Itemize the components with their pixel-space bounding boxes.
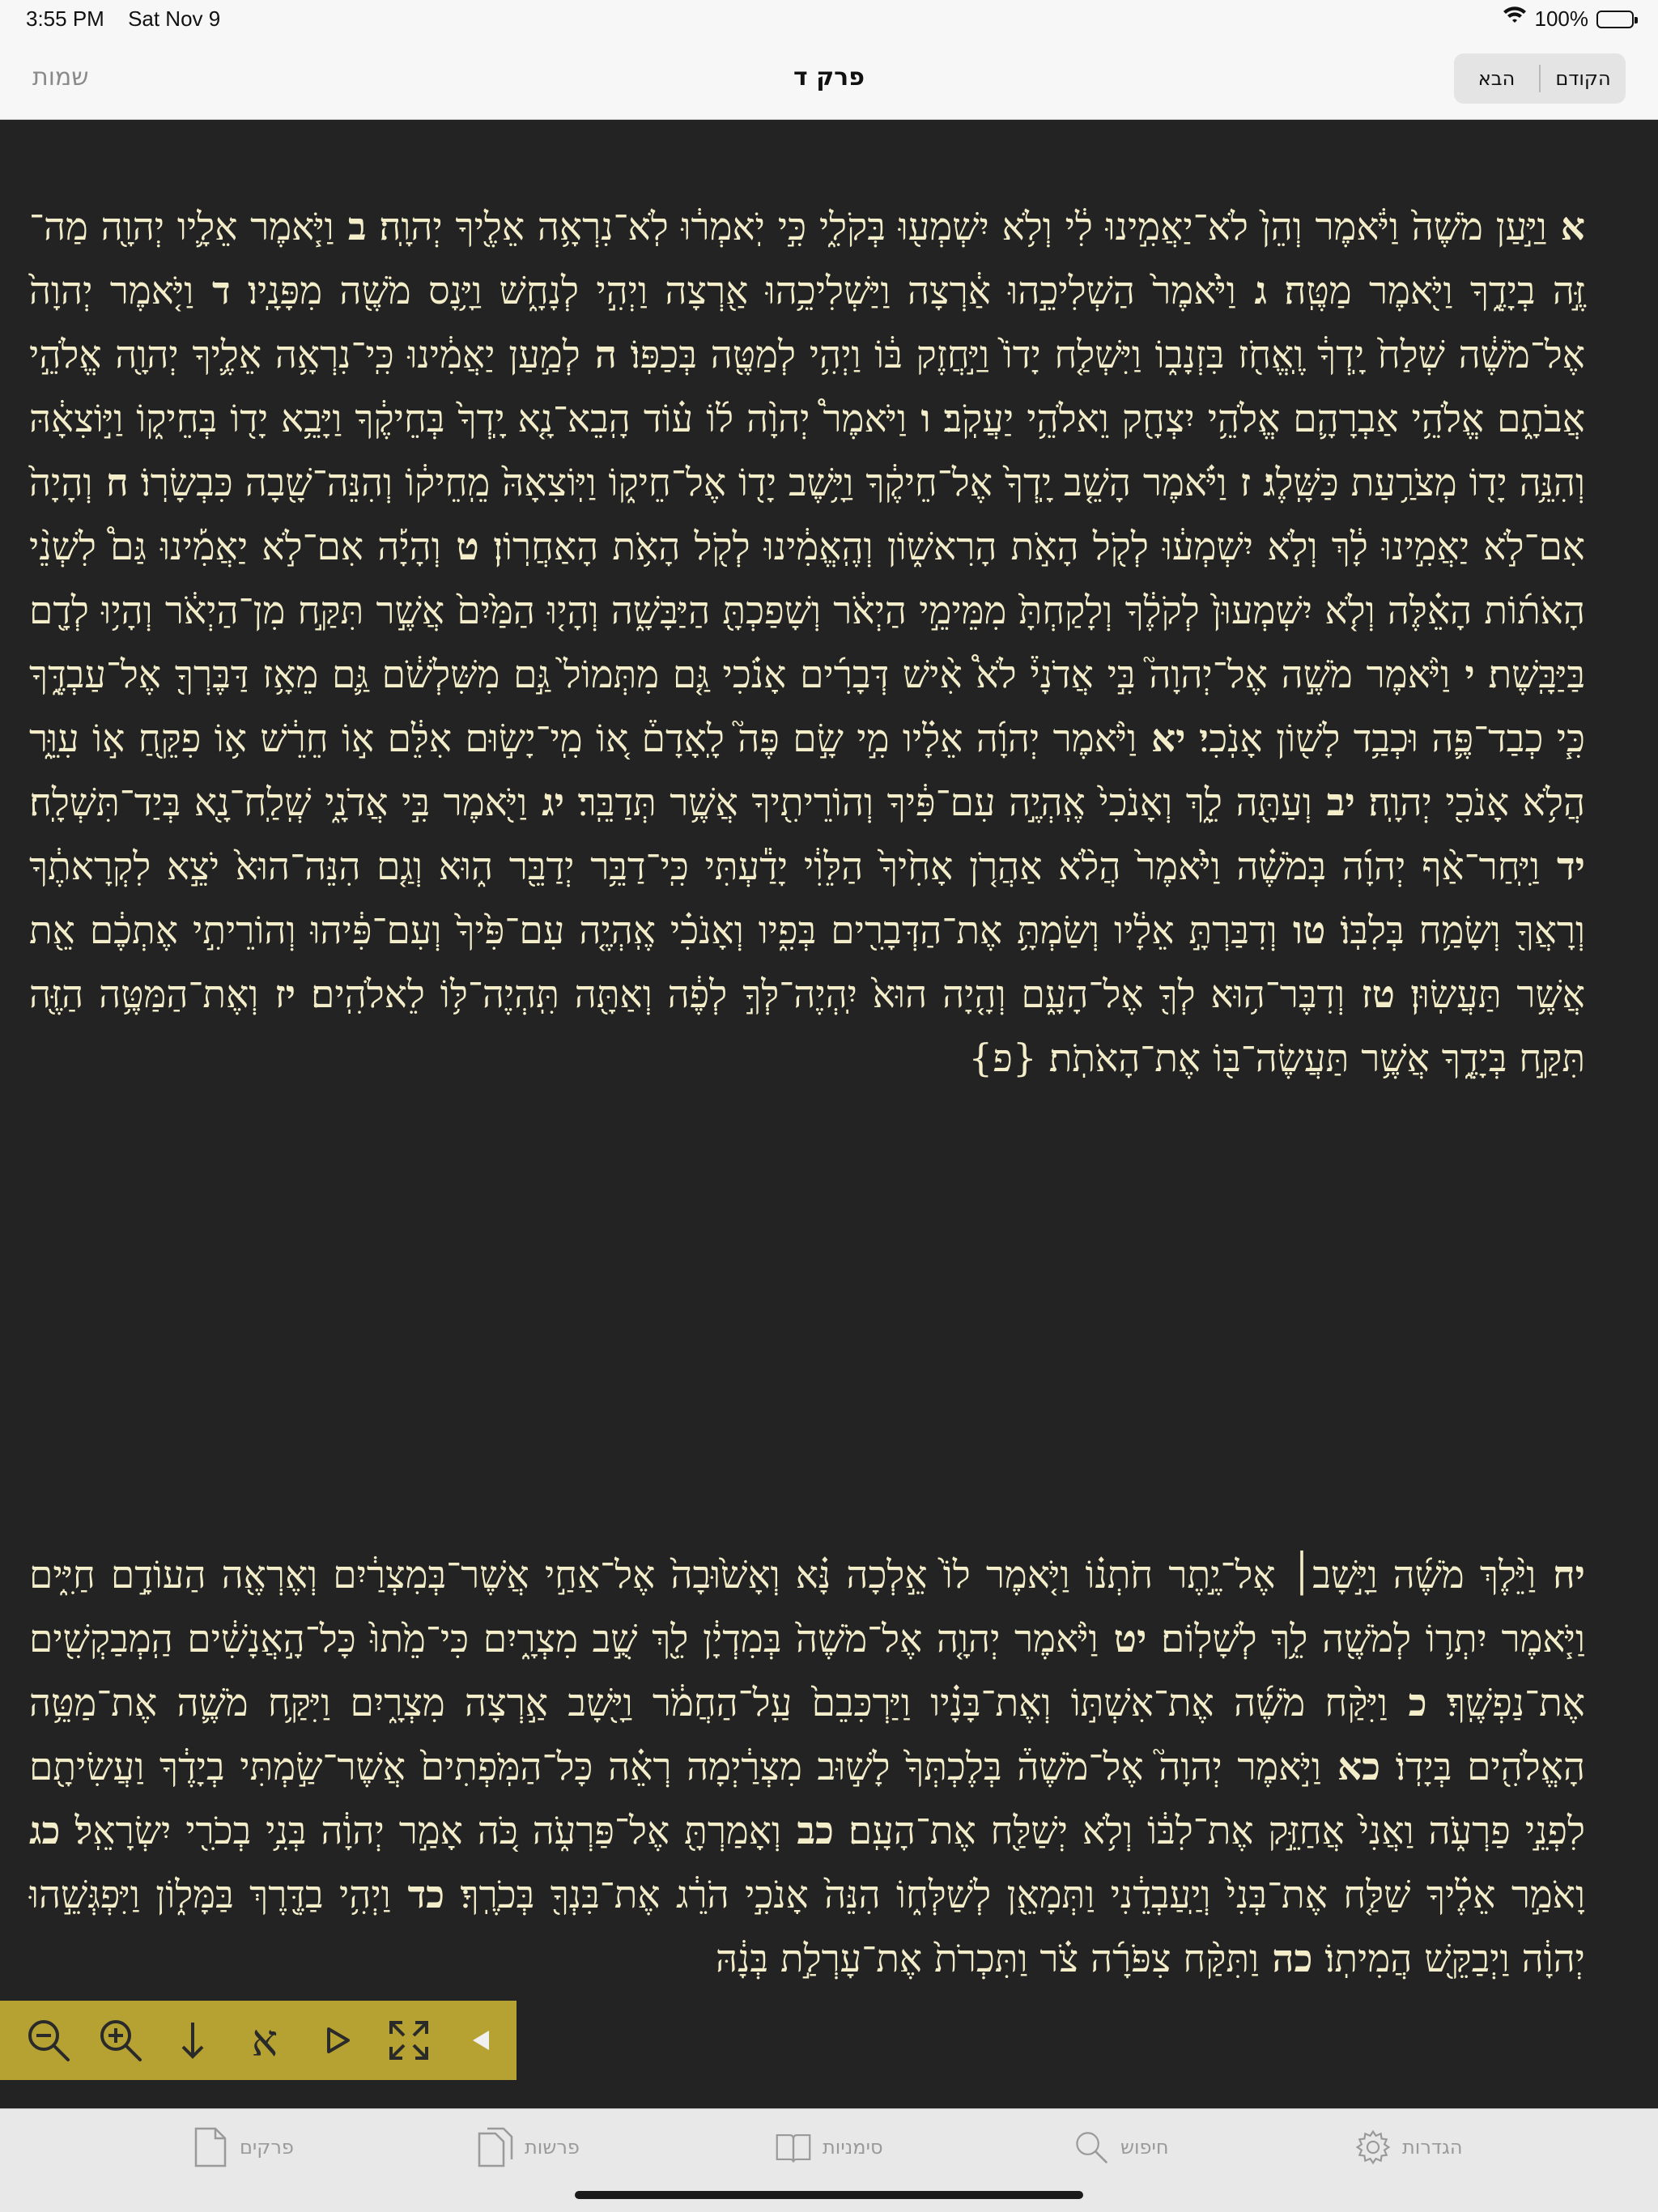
verse-number: ה <box>580 333 617 377</box>
status-time: 3:55 PM <box>26 6 104 31</box>
navigation-bar: שמות פרק ד הבא הקודם <box>0 39 1658 120</box>
tab-search[interactable]: חיפוש <box>1073 2127 1169 2167</box>
zoom-in-button[interactable] <box>85 2001 157 2080</box>
verse-number: טז <box>1345 972 1396 1017</box>
verse-number: כג <box>29 1809 61 1853</box>
verse-number: טו <box>1277 908 1326 953</box>
paragraph-2: יח וַיֵּ֨לֶךְ מֹשֶׁ֜ה וַיָּ֣שָׁב׀ אֶל־יֶ… <box>29 1543 1585 1991</box>
tab-bookmarks[interactable]: סימניות <box>776 2127 883 2167</box>
font-aleph-icon: א <box>251 2014 278 2066</box>
verse-number: יב <box>1312 781 1355 825</box>
verse-number: ז <box>1226 461 1251 505</box>
page-title: פרק ד <box>793 63 865 91</box>
verse-text[interactable]: וְעַתָּ֖ה לֵ֑ךְ וְאָנֹכִי֙ אֶֽהְיֶ֣ה עִם… <box>564 781 1312 825</box>
verse-number: ג <box>1235 269 1268 313</box>
status-date: Sat Nov 9 <box>128 6 221 31</box>
verse-number: כב <box>781 1809 834 1853</box>
verse-number: יח <box>1536 1553 1585 1597</box>
zoom-out-icon <box>28 2020 70 2061</box>
search-icon <box>1076 2132 1107 2163</box>
previous-chapter-button[interactable]: הקודם <box>1541 67 1626 90</box>
play-button[interactable] <box>300 2001 372 2080</box>
home-indicator <box>575 2191 1083 2199</box>
verse-number: ב <box>334 205 367 249</box>
verse-number: יז <box>258 972 296 1017</box>
tab-portions[interactable]: פרשות <box>478 2127 580 2167</box>
tab-settings-label: הגדרות <box>1402 2136 1463 2159</box>
verse-text[interactable]: וַיֹּ֖אמֶר בִּ֣י אֲדֹנָ֑י שְֽׁלַֽח־נָ֖א … <box>29 781 527 825</box>
battery-percent: 100% <box>1534 6 1589 31</box>
tab-bookmarks-label: סימניות <box>823 2136 883 2159</box>
verse-number: כד <box>390 1873 445 1917</box>
status-bar: 3:55 PM Sat Nov 9 100% <box>0 0 1658 39</box>
zoom-out-button[interactable] <box>13 2001 85 2080</box>
fullscreen-icon <box>389 2021 428 2060</box>
tab-settings[interactable]: הגדרות <box>1355 2127 1463 2167</box>
verse-number: ו <box>907 397 931 441</box>
verse-text[interactable]: וָאֹמַ֣ר אֵלֶ֗יךָ שַׁלַּ֤ח אֶת־בְּנִי֙ ו… <box>444 1873 1585 1917</box>
floating-toolbar: א <box>0 2001 517 2080</box>
collapse-arrow-icon <box>472 2031 489 2050</box>
reading-area[interactable]: א וַיַּ֣עַן מֹשֶׁה֙ וַיֹּ֔אמֶר וְהֵן֙ לֹ… <box>0 121 1658 2108</box>
tab-search-label: חיפוש <box>1120 2136 1169 2159</box>
document-icon <box>194 2127 227 2167</box>
verse-number: ח <box>92 461 129 505</box>
verse-text[interactable]: וְאָמַרְתָּ֖ אֶל־פַּרְעֹ֑ה כֹּ֚ה אָמַ֣ר … <box>61 1809 781 1853</box>
paragraph-1: א וַיַּ֣עַן מֹשֶׁה֙ וַיֹּ֔אמֶר וְהֵן֙ לֹ… <box>29 195 1585 1091</box>
verse-number: יט <box>1098 1617 1147 1661</box>
verse-number: כא <box>1320 1745 1381 1789</box>
verse-number: כה <box>1259 1937 1313 1981</box>
verse-number: יג <box>527 781 565 825</box>
verse-text[interactable]: וַיַּ֣עַן מֹשֶׁה֙ וַיֹּ֔אמֶר וְהֵן֙ לֹא־… <box>367 205 1546 249</box>
fullscreen-button[interactable] <box>372 2001 444 2080</box>
tab-chapters-label: פרקים <box>240 2136 294 2159</box>
play-icon <box>326 2027 350 2053</box>
arrow-down-icon <box>181 2023 204 2059</box>
verse-text[interactable]: וְדִבֶּר־ה֥וּא לְךָ֖ אֶל־הָעָ֑ם וְהָ֤יָה… <box>295 972 1345 1017</box>
chapter-nav-segmented-control: הבא הקודם <box>1454 53 1626 104</box>
zoom-in-icon <box>100 2020 142 2061</box>
wifi-icon <box>1503 6 1527 32</box>
collapse-toolbar-button[interactable] <box>444 2001 517 2080</box>
verse-number: י <box>1450 653 1475 697</box>
next-chapter-button[interactable]: הבא <box>1454 67 1539 90</box>
book-icon <box>776 2133 811 2163</box>
tab-chapters[interactable]: פרקים <box>193 2127 294 2167</box>
verse-number: יא <box>1137 717 1186 761</box>
documents-icon <box>478 2127 513 2167</box>
battery-icon <box>1596 10 1638 28</box>
tab-portions-label: פרשות <box>525 2136 580 2159</box>
gear-icon <box>1355 2129 1391 2165</box>
verse-text[interactable]: וַיֹּ֙אמֶר֙ הַשְׁלִיכֵ֣הוּ אַ֔רְצָה וַיַ… <box>231 269 1236 313</box>
verse-number: ט <box>440 525 479 569</box>
font-button[interactable]: א <box>229 2001 301 2080</box>
verse-number: ד <box>193 269 231 313</box>
scroll-down-button[interactable] <box>157 2001 229 2080</box>
verse-number: יד <box>1539 844 1585 889</box>
verse-number: א <box>1546 205 1585 249</box>
verse-number: כ <box>1387 1681 1427 1725</box>
verse-text[interactable]: וַיֹּ֗אמֶר הָשֵׁ֤ב יָֽדְךָ֙ אֶל־חֵיקֶ֔ךָ… <box>129 461 1227 505</box>
verse-text[interactable]: וַתִּקַּ֨ח צִפֹּרָ֜ה צֹ֗ר וַתִּכְרֹת֙ אֶ… <box>716 1937 1259 1981</box>
